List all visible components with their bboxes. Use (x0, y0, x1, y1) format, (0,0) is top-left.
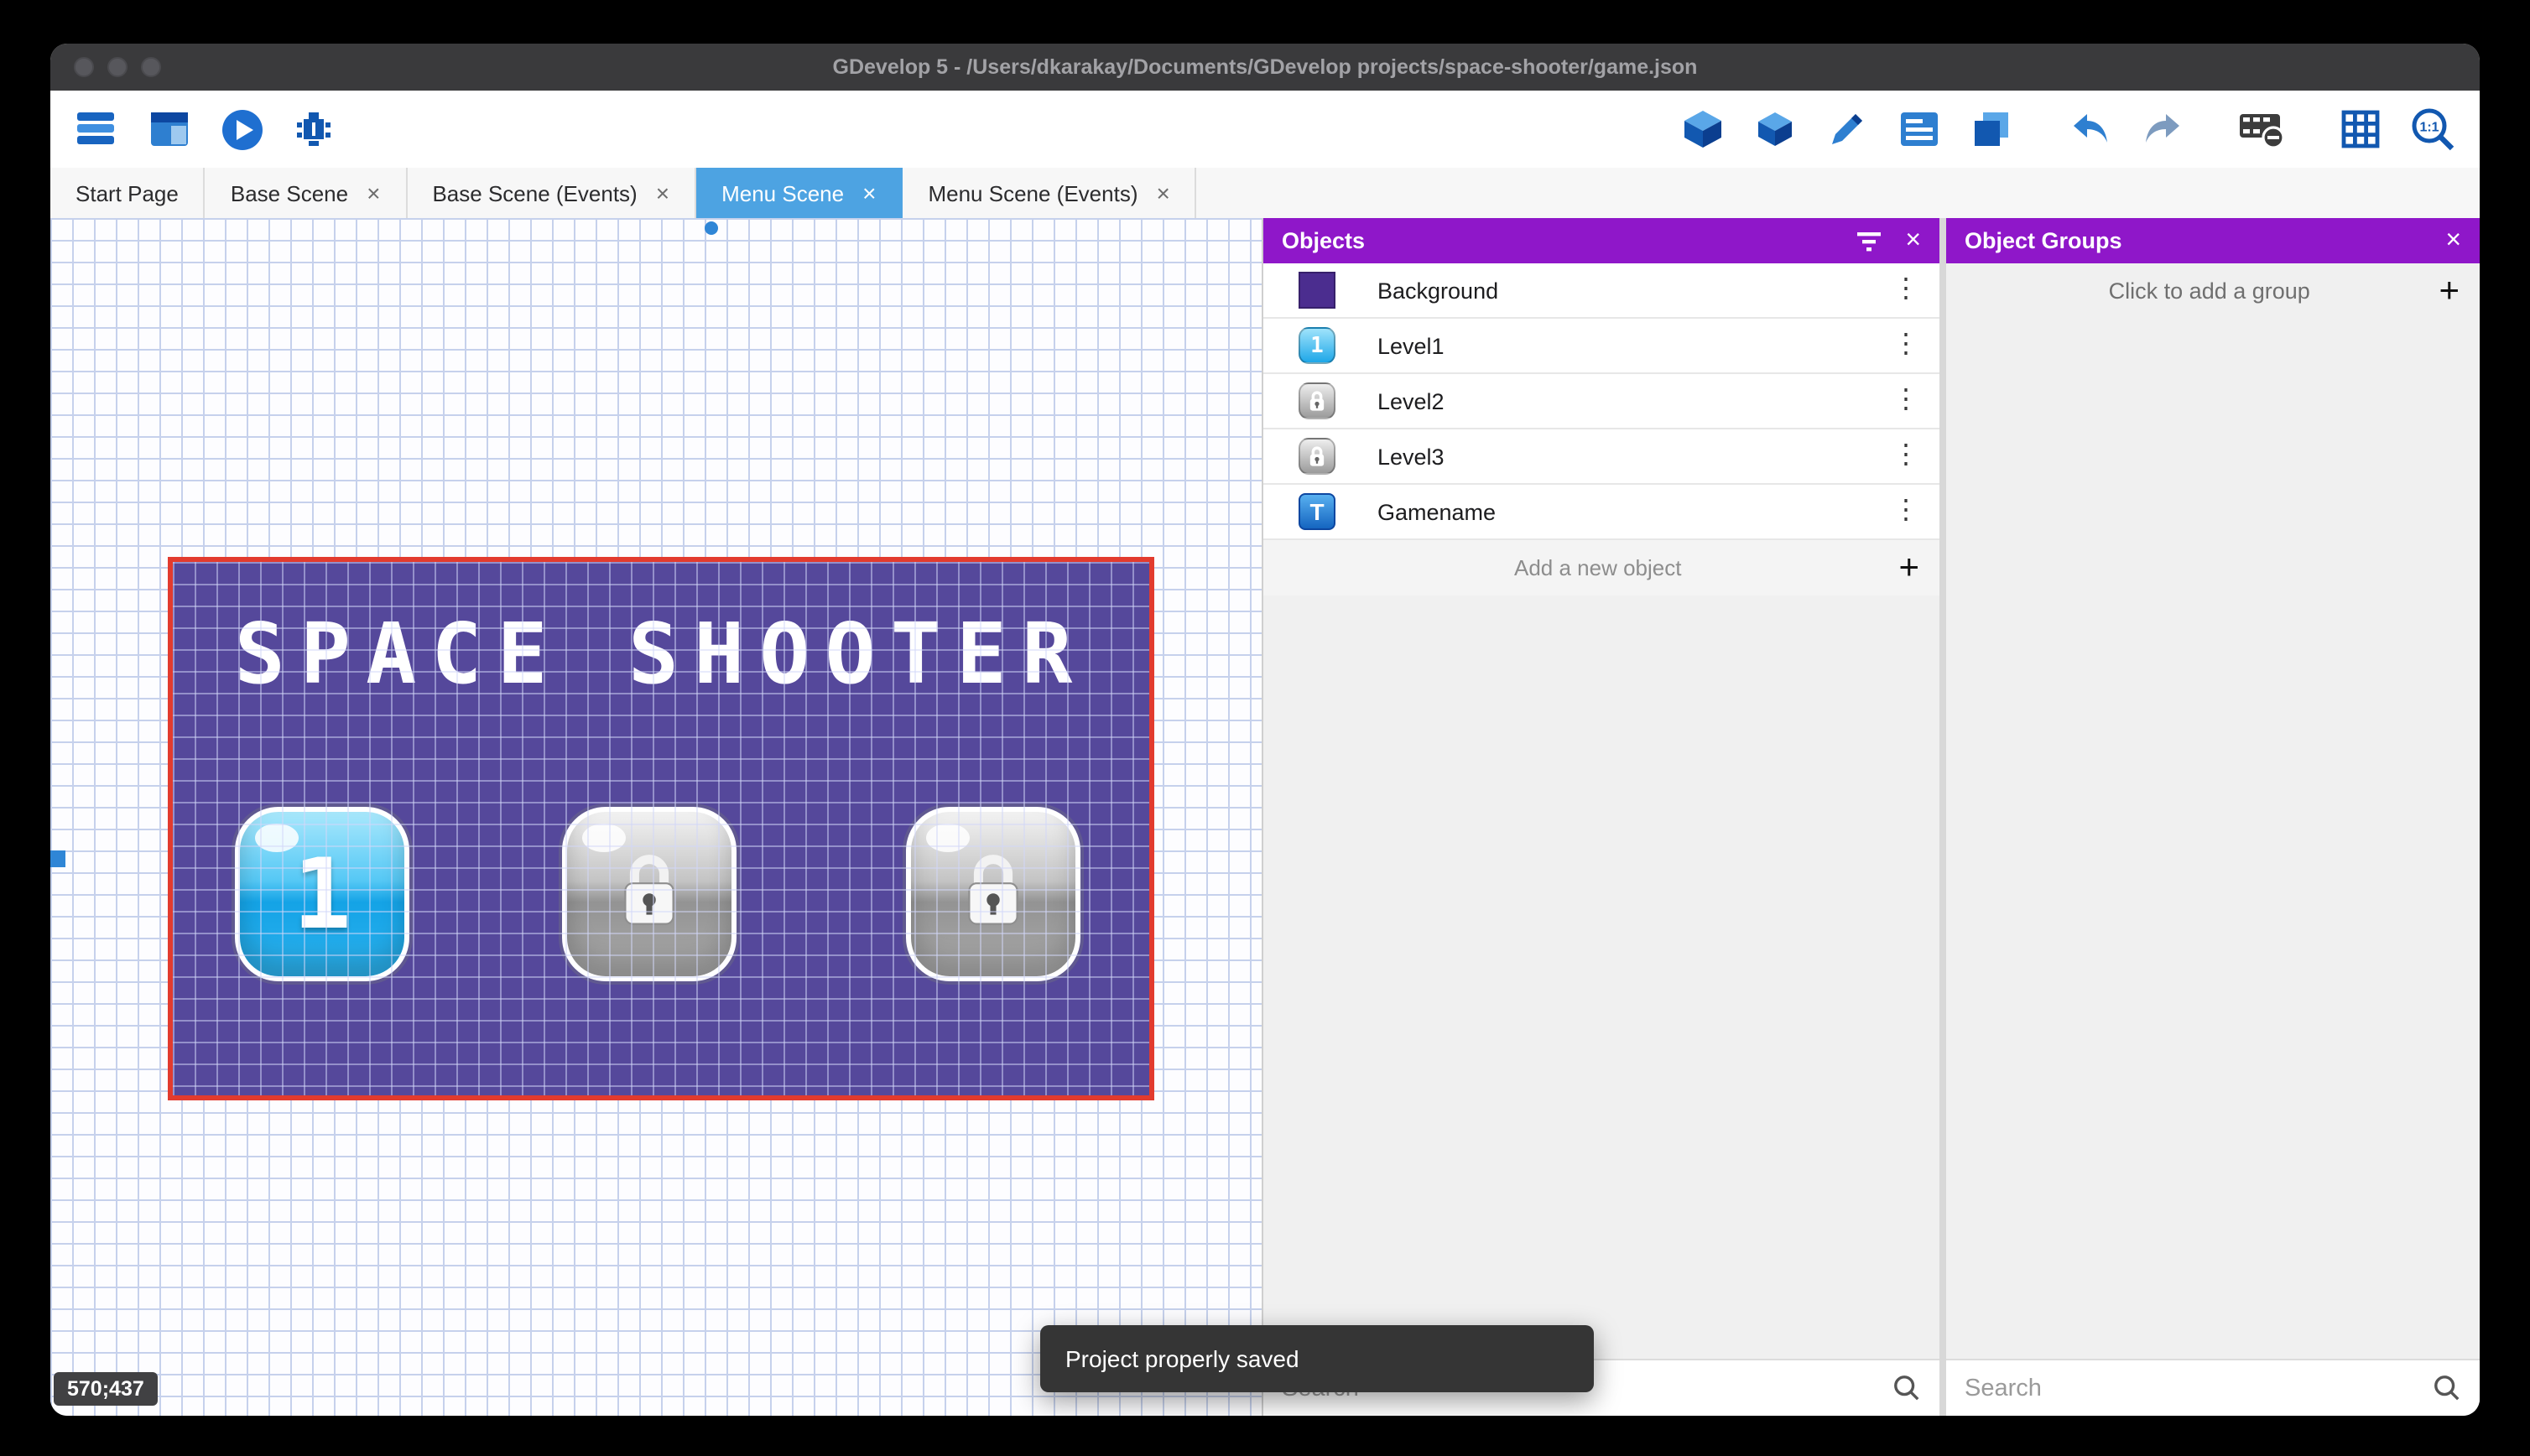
object-menu-icon[interactable]: ⋮ (1892, 277, 1919, 304)
add-group-label: Click to add a group (1980, 278, 2439, 304)
tab-base-scene[interactable]: Base Scene × (206, 168, 408, 218)
close-tab-icon[interactable]: × (862, 181, 876, 205)
redo-icon[interactable] (2139, 106, 2186, 153)
object-groups-panel: Object Groups × Click to add a group + (1946, 218, 2480, 1416)
object-groups-title: Object Groups (1965, 228, 2422, 253)
guide-marker-left[interactable] (50, 850, 65, 867)
tab-label: Menu Scene (Events) (928, 180, 1137, 205)
object-groups-header: Object Groups × (1946, 218, 2480, 263)
play-icon[interactable] (218, 106, 265, 153)
gdevelop-window: GDevelop 5 - /Users/dkarakay/Documents/G… (50, 44, 2480, 1416)
objects-panel-title: Objects (1282, 228, 1831, 253)
text-object-icon: T (1297, 491, 1337, 532)
object-name: Background (1377, 278, 1852, 303)
layers-icon[interactable] (1968, 106, 2015, 153)
filter-icon[interactable] (1855, 229, 1882, 252)
titlebar: GDevelop 5 - /Users/dkarakay/Documents/G… (50, 44, 2480, 91)
close-window-button[interactable] (74, 57, 94, 77)
close-panel-icon[interactable]: × (2445, 227, 2461, 254)
object-row-background[interactable]: Background ⋮ (1263, 263, 1939, 319)
cursor-coordinates: 570;437 (54, 1372, 158, 1406)
level2-button-instance[interactable] (562, 807, 737, 981)
groups-search-input[interactable] (1965, 1375, 2419, 1401)
maximize-window-button[interactable] (141, 57, 161, 77)
object-menu-icon[interactable]: ⋮ (1892, 332, 1919, 359)
toolbar-right-group: 1:1 (1679, 106, 2456, 153)
add-object-plus-icon[interactable]: + (1898, 550, 1919, 585)
instances-icon[interactable] (1752, 106, 1799, 153)
close-tab-icon[interactable]: × (367, 181, 380, 205)
objects-panel-header: Objects × (1263, 218, 1939, 263)
lock-icon (612, 845, 686, 944)
add-object-row[interactable]: Add a new object + (1263, 540, 1939, 595)
tab-start-page[interactable]: Start Page (50, 168, 206, 218)
minimize-window-button[interactable] (107, 57, 128, 77)
add-object-label: Add a new object (1297, 555, 1898, 580)
groups-search-bar (1946, 1359, 2480, 1416)
object-name: Gamename (1377, 499, 1852, 524)
locked-button-icon (1297, 381, 1337, 421)
main-toolbar: 1:1 (50, 91, 2480, 168)
preview-options-icon[interactable] (2238, 106, 2285, 153)
edit-icon[interactable] (1824, 106, 1871, 153)
search-icon[interactable] (2433, 1374, 2461, 1402)
object-name: Level3 (1377, 444, 1852, 469)
object-menu-icon[interactable]: ⋮ (1892, 443, 1919, 470)
close-tab-icon[interactable]: × (1157, 181, 1170, 205)
level1-digit: 1 (293, 837, 351, 951)
background-swatch-icon (1297, 270, 1337, 310)
scene-editor-icon[interactable] (146, 106, 193, 153)
save-toast: Project properly saved (1040, 1325, 1594, 1392)
tab-label: Menu Scene (721, 180, 844, 205)
scene-background-instance[interactable]: SPACE SHOOTER 1 (173, 562, 1149, 1095)
locked-button-icon (1297, 436, 1337, 476)
object-menu-icon[interactable]: ⋮ (1892, 387, 1919, 414)
object-name: Level1 (1377, 333, 1852, 358)
add-group-plus-icon[interactable]: + (2439, 273, 2460, 309)
lock-icon (956, 845, 1030, 944)
objects-panel: Objects × Background ⋮ 1 Level1 ⋮ (1262, 218, 1939, 1416)
level1-button-instance[interactable]: 1 (235, 807, 409, 981)
close-panel-icon[interactable]: × (1905, 227, 1921, 254)
search-icon[interactable] (1892, 1374, 1921, 1402)
grid-icon[interactable] (2337, 106, 2384, 153)
tab-menu-scene[interactable]: Menu Scene × (696, 168, 903, 218)
objects-panel-body (1263, 595, 1939, 1359)
tab-base-scene-events[interactable]: Base Scene (Events) × (407, 168, 696, 218)
panel-divider[interactable] (1939, 218, 1946, 1416)
add-group-row[interactable]: Click to add a group + (1946, 263, 2480, 319)
level3-button-instance[interactable] (906, 807, 1080, 981)
zoom-1-1-icon[interactable]: 1:1 (2409, 106, 2456, 153)
tab-bar: Start Page Base Scene × Base Scene (Even… (50, 168, 2480, 218)
guide-marker-top[interactable] (705, 221, 718, 235)
object-row-level1[interactable]: 1 Level1 ⋮ (1263, 319, 1939, 374)
tab-menu-scene-events[interactable]: Menu Scene (Events) × (903, 168, 1196, 218)
close-tab-icon[interactable]: × (656, 181, 669, 205)
game-title-text-instance[interactable]: SPACE SHOOTER (173, 606, 1149, 703)
object-menu-icon[interactable]: ⋮ (1892, 498, 1919, 525)
debug-icon[interactable] (290, 106, 337, 153)
content-area: SPACE SHOOTER 1 570;43 (50, 218, 2480, 1416)
tab-label: Base Scene (Events) (432, 180, 637, 205)
object-name: Level2 (1377, 388, 1852, 413)
object-groups-body (1946, 319, 2480, 1359)
object-row-level3[interactable]: Level3 ⋮ (1263, 429, 1939, 485)
screenshot-stage: GDevelop 5 - /Users/dkarakay/Documents/G… (0, 0, 2530, 1456)
traffic-lights (74, 44, 161, 91)
tab-label: Start Page (75, 180, 179, 205)
cube-icon[interactable] (1679, 106, 1726, 153)
scene-canvas[interactable]: SPACE SHOOTER 1 570;43 (50, 218, 1262, 1416)
toast-message: Project properly saved (1065, 1345, 1299, 1372)
window-title: GDevelop 5 - /Users/dkarakay/Documents/G… (50, 55, 2480, 79)
level1-button-icon: 1 (1297, 325, 1337, 366)
tab-label: Base Scene (231, 180, 348, 205)
object-row-gamename[interactable]: T Gamename ⋮ (1263, 485, 1939, 540)
toolbar-left-group (74, 106, 337, 153)
zoom-label: 1:1 (2419, 121, 2439, 135)
project-manager-icon[interactable] (74, 106, 121, 153)
properties-icon[interactable] (1896, 106, 1943, 153)
undo-icon[interactable] (2067, 106, 2114, 153)
object-row-level2[interactable]: Level2 ⋮ (1263, 374, 1939, 429)
